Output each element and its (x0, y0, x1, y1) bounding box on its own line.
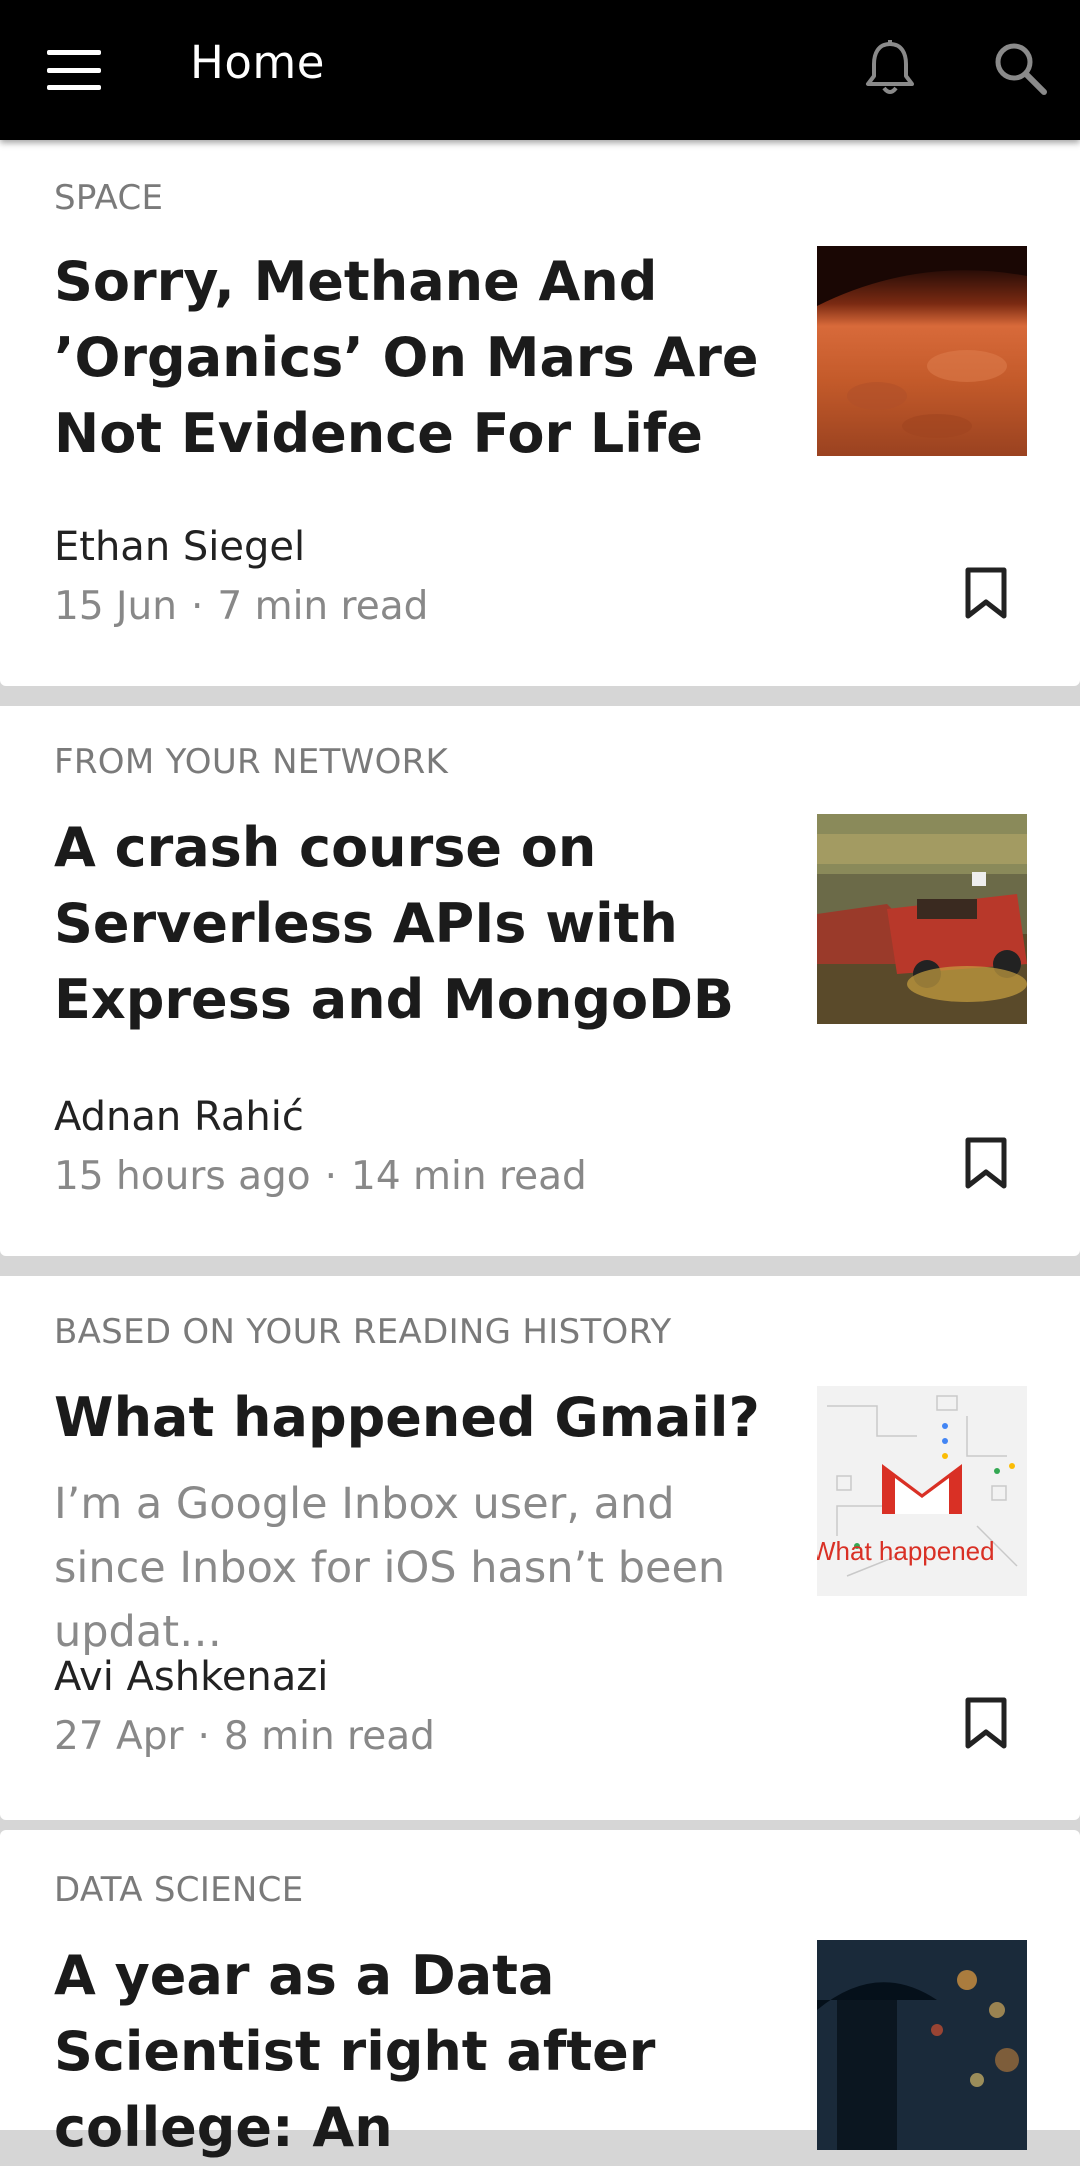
article-headline[interactable]: Sorry, Methane And ’Organics’ On Mars Ar… (54, 244, 774, 472)
article-author[interactable]: Avi Ashkenazi (54, 1654, 328, 1700)
article-date: 15 hours ago (54, 1154, 311, 1199)
article-card[interactable]: DATA SCIENCE A year as a Data Scientist … (0, 1830, 1080, 2159)
mars-surface-image (817, 246, 1027, 456)
bookmark-icon[interactable] (962, 1696, 1010, 1752)
article-headline[interactable]: A crash course on Serverless APIs with E… (54, 810, 774, 1038)
article-card[interactable]: SPACE Sorry, Methane And ’Organics’ On M… (0, 140, 1080, 686)
article-date: 15 Jun (54, 584, 177, 629)
article-topic: DATA SCIENCE (54, 1870, 304, 1910)
demolition-cars-image (817, 814, 1027, 1024)
article-author[interactable]: Ethan Siegel (54, 524, 305, 570)
article-topic: FROM YOUR NETWORK (54, 742, 449, 782)
article-date: 27 Apr (54, 1714, 184, 1759)
gmail-logo-image: What happened (817, 1386, 1027, 1596)
article-author[interactable]: Adnan Rahić (54, 1094, 304, 1140)
article-read-time: 8 min read (223, 1714, 435, 1759)
article-read-time: 14 min read (351, 1154, 587, 1199)
article-headline[interactable]: What happened Gmail? (54, 1380, 774, 1456)
article-snippet: I’m a Google Inbox user, and since Inbox… (54, 1479, 726, 1657)
article-meta: 15 hours ago · 14 min read (54, 1154, 587, 1199)
article-meta: 27 Apr · 8 min read (54, 1714, 435, 1759)
article-topic: SPACE (54, 178, 164, 218)
article-card[interactable]: FROM YOUR NETWORK A crash course on Serv… (0, 706, 1080, 1256)
article-meta: 15 Jun · 7 min read (54, 584, 429, 629)
bell-icon[interactable] (862, 38, 918, 98)
bookmark-icon[interactable] (962, 566, 1010, 622)
article-card[interactable]: BASED ON YOUR READING HISTORY What happe… (0, 1276, 1080, 1820)
umbrella-rain-image (817, 1940, 1027, 2150)
search-icon[interactable] (990, 38, 1050, 98)
thumbnail-caption: What happened (817, 1536, 995, 1566)
article-headline[interactable]: A year as a Data Scientist right after c… (54, 1938, 774, 2166)
page-title: Home (190, 36, 325, 89)
article-topic: BASED ON YOUR READING HISTORY (54, 1312, 672, 1352)
article-read-time: 7 min read (217, 584, 429, 629)
hamburger-menu-icon[interactable] (44, 44, 104, 96)
bookmark-icon[interactable] (962, 1136, 1010, 1192)
app-bar: Home (0, 0, 1080, 140)
